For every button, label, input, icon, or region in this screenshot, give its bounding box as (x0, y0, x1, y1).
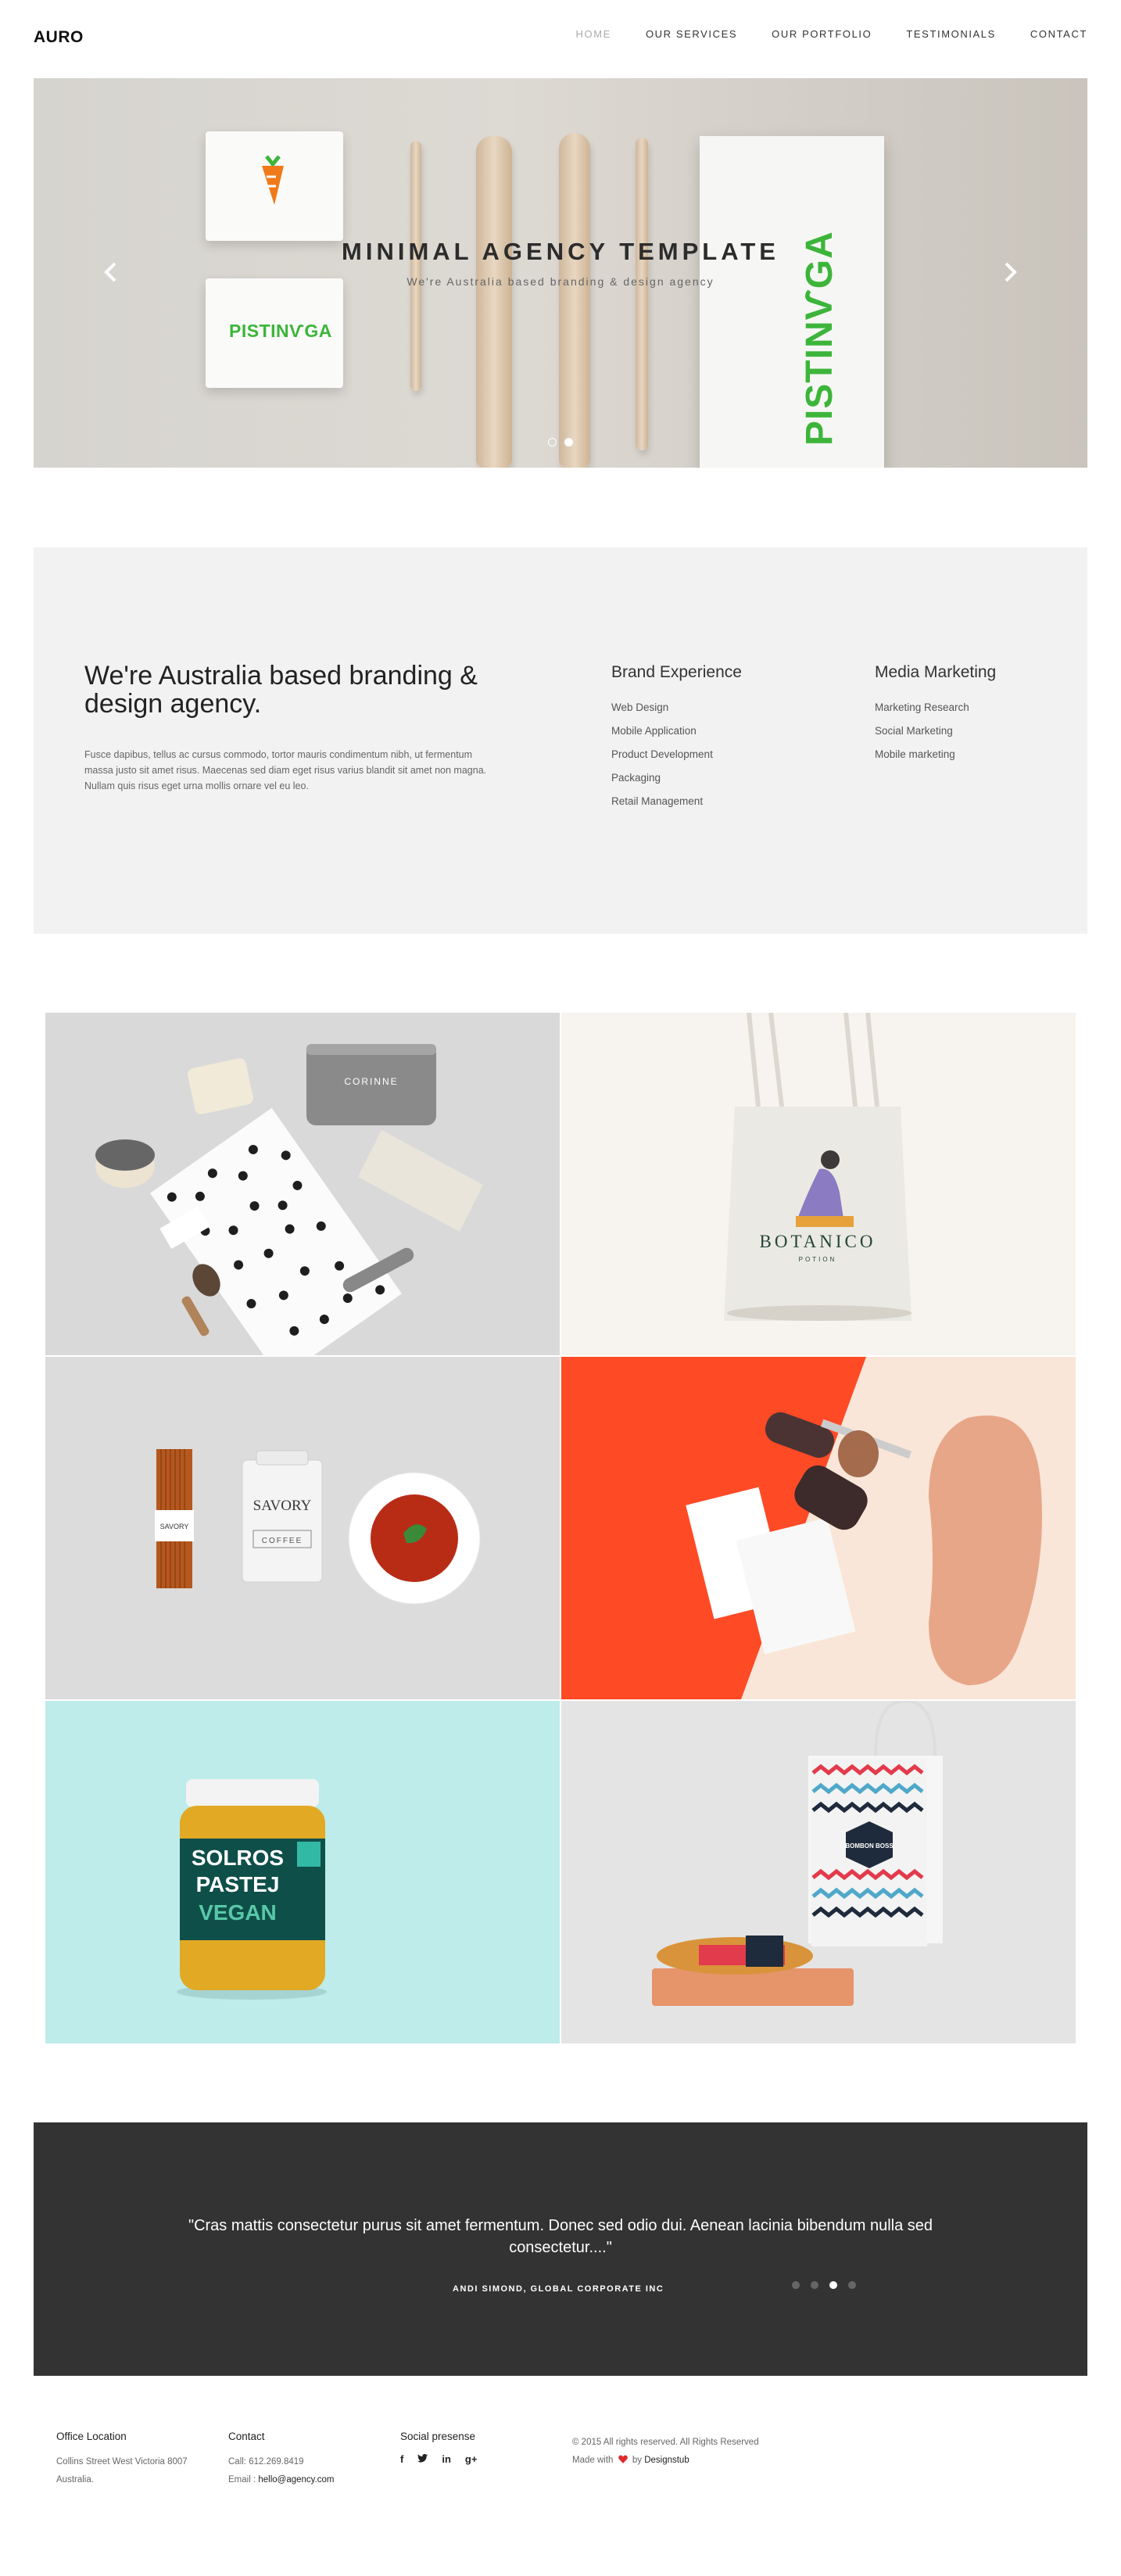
office-address-line1: Collins Street West Victoria 8007 (56, 2457, 188, 2467)
twitter-icon[interactable] (417, 2453, 428, 2465)
hero-slider: PISTINѴGA PISTINѴGA MINIMAL AGENCY TEMPL… (34, 78, 1087, 468)
about-text: Fusce dapibus, tellus ac cursus commodo,… (84, 749, 487, 791)
portfolio-item-corinne[interactable]: CORINNE (45, 1013, 560, 1355)
logo[interactable]: AURO (34, 28, 84, 47)
svg-text:SAVORY: SAVORY (160, 1523, 189, 1530)
wooden-spoon-handle (636, 138, 648, 450)
svg-text:BOTANICO: BOTANICO (760, 1232, 876, 1251)
contact-email-link[interactable]: hello@agency.com (258, 2475, 334, 2485)
service-product-development[interactable]: Product Development (611, 743, 742, 766)
botanico-tote-bag-image: BOTANICO POTION (724, 1013, 911, 1321)
made-with-text: Made with (572, 2456, 614, 2465)
designstub-link[interactable]: Designstub (644, 2456, 689, 2465)
service-mobile-marketing[interactable]: Mobile marketing (875, 743, 996, 766)
chevron-right-icon (1005, 262, 1017, 282)
hero-title: MINIMAL AGENCY TEMPLATE (342, 238, 779, 265)
savory-packaging-image: SAVORY SAVORY COFFEE (155, 1449, 481, 1605)
linkedin-icon[interactable]: in (442, 2453, 451, 2465)
testimonial-pagination (792, 2281, 856, 2289)
sachet-brand-text: PISTINѴGA (229, 321, 332, 341)
svg-text:BOMBON BOSS: BOMBON BOSS (845, 1842, 894, 1849)
wooden-fork (476, 136, 512, 468)
media-marketing-list: Media Marketing Marketing Research Socia… (875, 663, 996, 766)
heart-icon (618, 2455, 628, 2463)
contact-email-row: Email : hello@agency.com (228, 2471, 334, 2489)
main-nav: HOME OUR SERVICES OUR PORTFOLIO TESTIMON… (576, 28, 1087, 40)
portfolio-item-botanico[interactable]: BOTANICO POTION (561, 1013, 1076, 1355)
solros-jar-image: SOLROS PASTEJ VEGAN (177, 1779, 327, 2000)
nav-contact[interactable]: CONTACT (1030, 28, 1087, 40)
portfolio-item-savory[interactable]: SAVORY SAVORY COFFEE (45, 1357, 560, 1699)
svg-text:SAVORY: SAVORY (253, 1498, 312, 1514)
nav-our-services[interactable]: OUR SERVICES (646, 28, 737, 40)
about-section: We're Australia based branding & design … (34, 547, 1087, 934)
slider-pagination (548, 438, 573, 447)
service-mobile-application[interactable]: Mobile Application (611, 719, 742, 743)
social-links: f in g+ (400, 2453, 477, 2465)
footer-copyright: © 2015 All rights reserved. All Rights R… (572, 2434, 759, 2470)
nav-home[interactable]: HOME (576, 28, 611, 40)
footer-contact: Contact Call: 612.269.8419 Email : hello… (228, 2431, 334, 2489)
site-header: AURO HOME OUR SERVICES OUR PORTFOLIO TES… (0, 0, 1121, 72)
nav-our-portfolio[interactable]: OUR PORTFOLIO (772, 28, 872, 40)
copyright-text: © 2015 All rights reserved. All Rights R… (572, 2438, 759, 2447)
service-retail-management[interactable]: Retail Management (611, 790, 742, 813)
bombon-boss-bag-image: BOMBON BOSS (652, 1701, 943, 2006)
service-packaging[interactable]: Packaging (611, 766, 742, 790)
nav-testimonials[interactable]: TESTIMONIALS (906, 28, 996, 40)
svg-text:CORINNE: CORINNE (344, 1076, 398, 1087)
portfolio-item-bombon-boss[interactable]: BOMBON BOSS (561, 1701, 1076, 2043)
contact-phone: Call: 612.269.8419 (228, 2457, 304, 2467)
slider-next-button[interactable] (997, 258, 1025, 286)
testimonial-dot-2[interactable] (811, 2281, 818, 2289)
service-web-design[interactable]: Web Design (611, 696, 742, 719)
slider-dot-1[interactable] (548, 438, 557, 447)
testimonial-author: ANDI SIMOND, GLOBAL CORPORATE INC (453, 2284, 664, 2294)
media-marketing-heading: Media Marketing (875, 663, 997, 681)
footer-social: Social presense f in g+ (400, 2431, 477, 2465)
portfolio-grid: CORINNE BOTANICO POTION SAVORY SAVORY CO… (45, 1013, 1076, 2043)
slider-prev-button[interactable] (96, 258, 124, 286)
testimonial-quote: "Cras mattis consectetur purus sit amet … (188, 2217, 933, 2256)
by-text: by (632, 2456, 642, 2465)
svg-text:SOLROS: SOLROS (192, 1846, 284, 1870)
svg-text:VEGAN: VEGAN (199, 1900, 277, 1925)
service-marketing-research[interactable]: Marketing Research (875, 696, 996, 719)
google-plus-icon[interactable]: g+ (465, 2453, 478, 2465)
corinne-stationery-image: CORINNE (95, 1044, 483, 1355)
slider-dot-2[interactable] (564, 438, 573, 447)
testimonial-dot-1[interactable] (792, 2281, 800, 2289)
testimonial-section: "Cras mattis consectetur purus sit amet … (34, 2122, 1087, 2376)
brand-experience-heading: Brand Experience (611, 663, 742, 681)
svg-text:POTION: POTION (799, 1256, 837, 1263)
wooden-stirrer (410, 141, 421, 391)
testimonial-dot-4[interactable] (848, 2281, 856, 2289)
testimonial-dot-3[interactable] (829, 2281, 837, 2289)
carrot-logo-icon (262, 155, 284, 205)
brand-experience-list: Brand Experience Web Design Mobile Appli… (611, 663, 742, 813)
svg-text:PASTEJ: PASTEJ (196, 1872, 280, 1896)
atelier-leather-image (561, 1357, 1042, 1699)
svg-text:COFFEE: COFFEE (262, 1537, 303, 1545)
footer-contact-heading: Contact (228, 2431, 265, 2442)
footer-office: Office Location Collins Street West Vict… (56, 2431, 188, 2489)
office-address-line2: Australia. (56, 2475, 94, 2485)
facebook-icon[interactable]: f (400, 2453, 403, 2465)
service-social-marketing[interactable]: Social Marketing (875, 719, 996, 743)
portfolio-item-atelier[interactable] (561, 1357, 1076, 1699)
portfolio-item-solros[interactable]: SOLROS PASTEJ VEGAN (45, 1701, 560, 2043)
hero-subtitle: We're Australia based branding & design … (406, 275, 715, 288)
footer-social-heading: Social presense (400, 2431, 476, 2442)
chevron-left-icon (104, 262, 116, 282)
made-with-row: Made with by Designstub (572, 2452, 759, 2470)
about-title: We're Australia based branding & design … (84, 661, 478, 719)
wooden-knife (559, 133, 590, 468)
napkin (700, 136, 884, 468)
contact-email-label: Email : (228, 2475, 259, 2485)
footer-office-heading: Office Location (56, 2431, 127, 2442)
